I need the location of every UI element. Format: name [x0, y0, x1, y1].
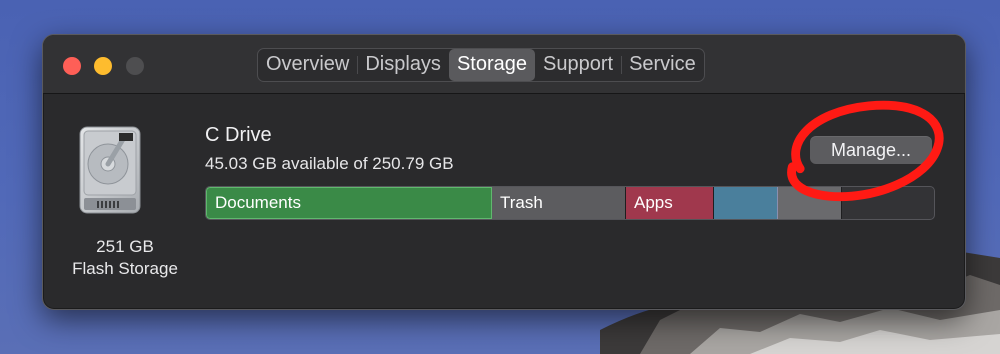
- storage-segment-apps[interactable]: Apps: [626, 187, 714, 219]
- storage-window: Overview Displays Storage Support Servic…: [42, 34, 966, 310]
- disk-type: Flash Storage: [72, 259, 178, 278]
- storage-segment-other[interactable]: [714, 187, 778, 219]
- storage-bar: Documents Trash Apps: [205, 186, 935, 220]
- disk-capacity: 251 GB: [96, 237, 154, 256]
- manage-button[interactable]: Manage...: [810, 136, 932, 164]
- tab-overview[interactable]: Overview: [258, 49, 357, 81]
- tab-bar: Overview Displays Storage Support Servic…: [257, 48, 705, 82]
- zoom-button[interactable]: [126, 57, 144, 75]
- tab-storage[interactable]: Storage: [448, 49, 535, 81]
- storage-pane: 251 GB Flash Storage C Drive 45.03 GB av…: [43, 94, 965, 309]
- minimize-button[interactable]: [94, 57, 112, 75]
- hard-drive-icon: [79, 126, 141, 214]
- storage-segment-system[interactable]: [778, 187, 842, 219]
- drive-availability: 45.03 GB available of 250.79 GB: [205, 154, 454, 173]
- close-button[interactable]: [63, 57, 81, 75]
- title-bar: Overview Displays Storage Support Servic…: [43, 35, 965, 94]
- tab-service[interactable]: Service: [621, 49, 704, 81]
- storage-segment-trash[interactable]: Trash: [492, 187, 626, 219]
- storage-segment-documents[interactable]: Documents: [206, 187, 492, 219]
- tab-support[interactable]: Support: [535, 49, 621, 81]
- tab-displays[interactable]: Displays: [357, 49, 449, 81]
- drive-name: C Drive: [205, 124, 272, 146]
